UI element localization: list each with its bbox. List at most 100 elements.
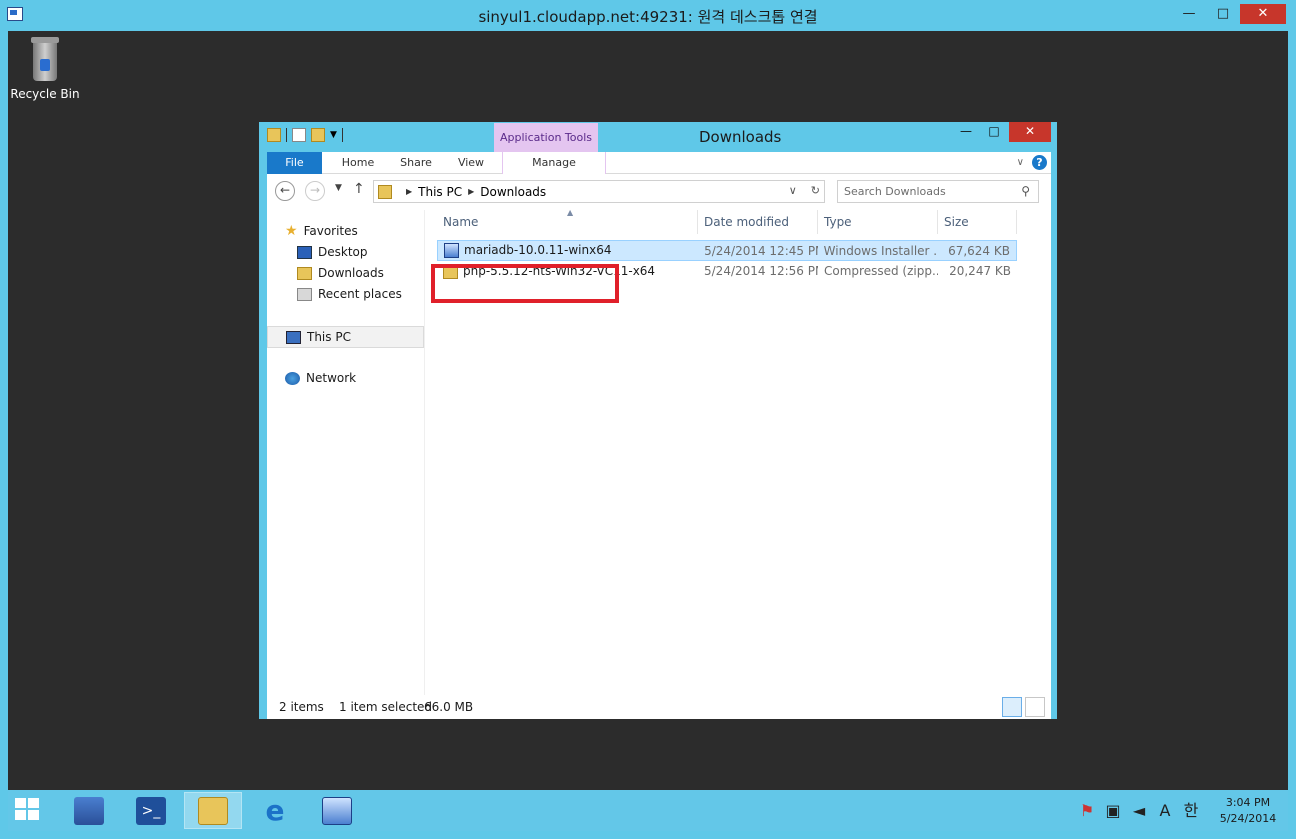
status-size: 66.0 MB (424, 700, 474, 714)
file-type: Windows Installer ... (823, 244, 938, 258)
column-size[interactable]: Size (938, 210, 1017, 234)
ribbon-right-controls: ∨ ? (1017, 155, 1047, 170)
windows-logo-icon (15, 798, 26, 808)
file-name: mariadb-10.0.11-winx64 (464, 243, 612, 257)
help-icon[interactable]: ? (1032, 155, 1047, 170)
rdp-minimize-button[interactable]: — (1172, 4, 1206, 24)
volume-muted-icon[interactable]: ◄ (1130, 801, 1148, 820)
system-tray: ⚑ ▣ ◄ A 한 3:04 PM 5/24/2014 (1078, 790, 1288, 831)
installer-icon (322, 796, 352, 825)
file-date: 5/24/2014 12:56 PM (704, 264, 818, 278)
rdp-window-title: sinyul1.cloudapp.net:49231: 원격 데스크톱 연결 (478, 8, 818, 26)
tab-share[interactable]: Share (389, 152, 443, 174)
nav-recent-places[interactable]: Recent places (297, 287, 402, 301)
column-type[interactable]: Type (818, 210, 938, 234)
network-status-icon[interactable]: ▣ (1104, 801, 1122, 820)
details-view-icon[interactable] (1002, 697, 1022, 717)
clock-time: 3:04 PM (1225, 795, 1271, 809)
tab-view[interactable]: View (445, 152, 497, 174)
address-bar[interactable]: ▶ This PC ▶ Downloads ∨ ↻ (373, 180, 825, 203)
file-explorer-icon (198, 796, 228, 825)
recent-places-icon (297, 287, 312, 301)
tab-file[interactable]: File (267, 152, 322, 174)
nav-network[interactable]: Network (285, 371, 356, 385)
recent-locations-dropdown-icon[interactable]: ▼ (335, 183, 342, 193)
breadcrumb-this-pc[interactable]: This PC (418, 185, 462, 199)
installer-taskbar-button[interactable] (308, 792, 366, 829)
nav-this-pc-label: This PC (307, 330, 351, 344)
nav-network-label: Network (306, 371, 357, 385)
breadcrumb-separator-icon[interactable]: ▶ (468, 187, 474, 196)
tab-manage[interactable]: Manage (502, 152, 606, 174)
nav-this-pc[interactable]: This PC (267, 326, 424, 348)
refresh-icon[interactable]: ↻ (811, 184, 820, 197)
search-placeholder: Search Downloads (844, 185, 946, 198)
nav-favorites[interactable]: ★ Favorites (285, 222, 358, 239)
explorer-maximize-button[interactable]: □ (981, 122, 1007, 142)
desktop-icon (297, 245, 312, 259)
explorer-title-bar: ▼ Application Tools Downloads — □ ✕ (259, 122, 1057, 153)
ribbon: File Home Share View Manage ∨ ? (267, 152, 1051, 174)
breadcrumb-downloads[interactable]: Downloads (480, 185, 546, 199)
navigation-bar: ← → ▼ ↑ ▶ This PC ▶ Downloads ∨ ↻ Search… (267, 174, 1051, 210)
annotation-highlight-box (431, 264, 619, 303)
action-center-flag-icon[interactable]: ⚑ (1078, 801, 1096, 820)
up-one-level-button[interactable]: ↑ (353, 181, 365, 197)
recycle-bin-icon (28, 37, 62, 83)
nav-desktop[interactable]: Desktop (297, 245, 368, 259)
recycle-bin-label: Recycle Bin (10, 87, 80, 101)
back-button[interactable]: ← (275, 181, 295, 201)
file-size: 67,624 KB (948, 244, 1010, 258)
explorer-minimize-button[interactable]: — (953, 122, 979, 142)
status-bar: 2 items 1 item selected 66.0 MB (267, 695, 1051, 719)
star-icon: ★ (285, 222, 298, 239)
status-selection: 1 item selected (339, 700, 433, 714)
start-button[interactable] (15, 798, 41, 822)
rdp-maximize-button[interactable]: □ (1206, 4, 1240, 24)
column-date-modified[interactable]: Date modified (698, 210, 818, 234)
msi-icon (444, 243, 459, 258)
rdp-window-controls: — □ ✕ (1172, 4, 1286, 24)
rdp-close-button[interactable]: ✕ (1240, 4, 1286, 24)
breadcrumb-separator-icon[interactable]: ▶ (406, 187, 412, 196)
address-bar-controls: ∨ ↻ (789, 184, 820, 197)
explorer-window-title: Downloads (699, 128, 782, 146)
file-name-cell[interactable]: mariadb-10.0.11-winx64 (438, 241, 698, 260)
large-icons-view-icon[interactable] (1025, 697, 1045, 717)
new-folder-icon[interactable] (311, 128, 325, 142)
clock[interactable]: 3:04 PM 5/24/2014 (1208, 795, 1288, 827)
customize-toolbar-chevron-icon[interactable]: ▼ (330, 130, 337, 140)
internet-explorer-taskbar-button[interactable]: e (246, 792, 304, 829)
properties-icon[interactable] (292, 128, 306, 142)
search-box[interactable]: Search Downloads ⚲ (837, 180, 1039, 203)
search-icon[interactable]: ⚲ (1021, 184, 1030, 198)
forward-button[interactable]: → (305, 181, 325, 201)
recycle-bin-shortcut[interactable]: Recycle Bin (8, 37, 82, 101)
toolbar-separator (341, 128, 343, 142)
taskbar: >_ e ⚑ ▣ ◄ A 한 3:04 PM 5/24/2014 (8, 790, 1288, 831)
internet-explorer-icon: e (265, 793, 285, 827)
file-size: 20,247 KB (949, 264, 1011, 278)
tab-home[interactable]: Home (329, 152, 387, 174)
status-item-count: 2 items (279, 700, 324, 714)
file-date: 5/24/2014 12:45 PM (704, 244, 818, 258)
nav-downloads-label: Downloads (318, 266, 384, 280)
downloads-folder-icon (378, 184, 392, 199)
nav-downloads[interactable]: Downloads (297, 266, 384, 280)
server-manager-taskbar-button[interactable] (60, 792, 118, 829)
file-explorer-window: ▼ Application Tools Downloads — □ ✕ File… (259, 122, 1057, 719)
ime-mode-indicator[interactable]: A (1156, 801, 1174, 820)
explorer-content: ★ Favorites Desktop Downloads Recent pla… (267, 208, 1051, 695)
column-headers: ▲ Name Date modified Type Size (437, 208, 1017, 234)
expand-ribbon-chevron-icon[interactable]: ∨ (1017, 157, 1024, 168)
ime-language-indicator[interactable]: 한 (1182, 801, 1200, 820)
server-manager-icon (74, 796, 104, 825)
address-history-dropdown-icon[interactable]: ∨ (789, 184, 797, 197)
clock-date: 5/24/2014 (1219, 811, 1277, 825)
powershell-taskbar-button[interactable]: >_ (122, 792, 180, 829)
explorer-close-button[interactable]: ✕ (1009, 122, 1051, 142)
file-row-mariadb[interactable]: mariadb-10.0.11-winx64 5/24/2014 12:45 P… (437, 240, 1017, 261)
folder-icon[interactable] (267, 128, 281, 142)
file-explorer-taskbar-button[interactable] (184, 792, 242, 829)
network-icon (285, 371, 300, 385)
